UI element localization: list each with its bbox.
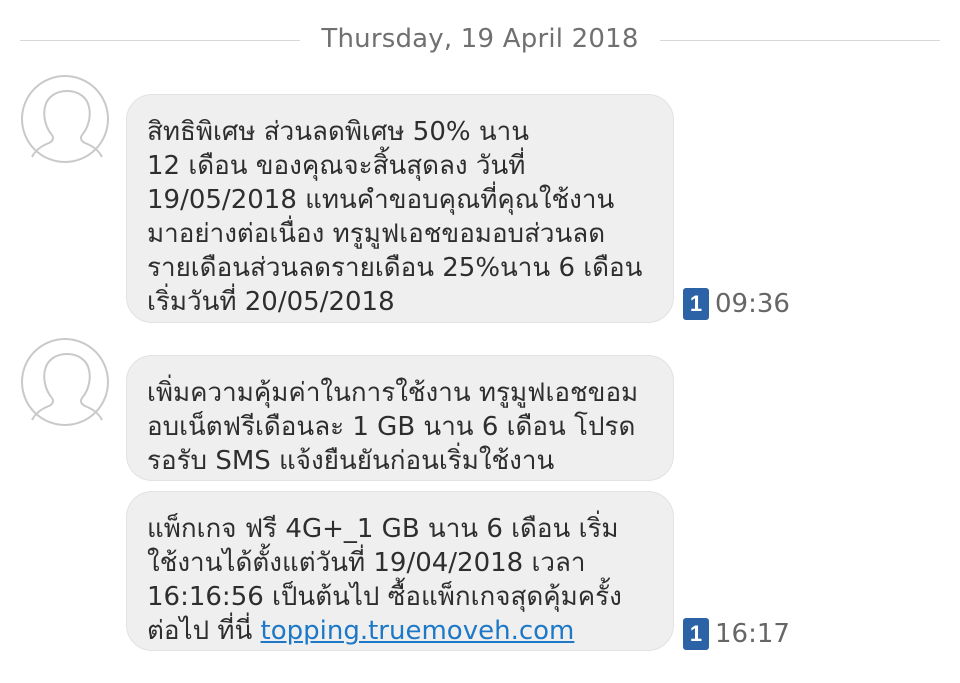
message-line: เพิ่มความคุ้มค่าในการใช้งาน ทรูมูฟเอชขอม: [147, 378, 639, 408]
message-bubble[interactable]: เพิ่มความคุ้มค่าในการใช้งาน ทรูมูฟเอชขอม…: [126, 355, 674, 481]
message-bubble[interactable]: แพ็กเกจ ฟรี 4G+_1 GB นาน 6 เดือน เริ่ม ใ…: [126, 491, 674, 651]
message-bubble[interactable]: สิทธิพิเศษ ส่วนลดพิเศษ 50% นาน 12 เดือน …: [126, 94, 674, 323]
message-line: มาอย่างต่อเนื่อง ทรูมูฟเอชขอมอบส่วนลด: [147, 219, 606, 249]
date-divider: Thursday, 19 April 2018: [0, 18, 960, 64]
sim-1-icon: 1: [683, 618, 709, 650]
message-line: สิทธิพิเศษ ส่วนลดพิเศษ 50% นาน: [147, 117, 530, 147]
message-time: 09:36: [715, 289, 790, 319]
message-line: แพ็กเกจ ฟรี 4G+_1 GB นาน 6 เดือน เริ่ม: [147, 514, 619, 544]
message-line: อบเน็ตฟรีเดือนละ 1 GB นาน 6 เดือน โปรด: [147, 412, 636, 442]
message-line-prefix: ต่อไป ที่นี่: [147, 616, 261, 646]
contact-avatar[interactable]: [21, 75, 109, 163]
message-line: เริ่มวันที่ 20/05/2018: [147, 287, 395, 317]
message-line: รอรับ SMS แจ้งยืนยันก่อนเริ่มใช้งาน: [147, 446, 555, 476]
contact-avatar[interactable]: [21, 338, 109, 426]
message-line: 12 เดือน ของคุณจะสิ้นสุดลง วันที่: [147, 151, 526, 181]
message-meta: 1 16:17: [683, 617, 790, 651]
message-line: 19/05/2018 แทนคำขอบคุณที่คุณใช้งาน: [147, 185, 615, 215]
topping-link[interactable]: topping.truemoveh.com: [261, 616, 575, 646]
message-line-with-link: ต่อไป ที่นี่ topping.truemoveh.com: [147, 614, 651, 648]
divider-line-right: [660, 40, 940, 41]
divider-line-left: [20, 40, 300, 41]
message-time: 16:17: [715, 619, 790, 649]
date-label: Thursday, 19 April 2018: [321, 24, 639, 54]
person-silhouette-icon: [31, 89, 103, 158]
message-meta: 1 09:36: [683, 287, 790, 321]
sim-1-icon: 1: [683, 288, 709, 320]
person-silhouette-icon: [31, 352, 103, 421]
message-line: 16:16:56 เป็นต้นไป ซื้อแพ็กเกจสุดคุ้มครั…: [147, 582, 622, 612]
message-line: รายเดือนส่วนลดรายเดือน 25%นาน 6 เดือน: [147, 253, 643, 283]
message-line: ใช้งานได้ตั้งแต่วันที่ 19/04/2018 เวลา: [147, 548, 586, 578]
